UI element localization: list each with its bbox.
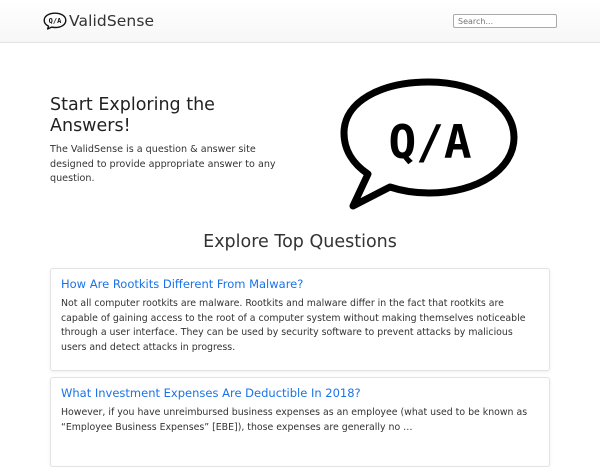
brand-link[interactable]: Q/A ValidSense bbox=[43, 10, 154, 32]
navbar: Q/A ValidSense bbox=[0, 0, 600, 43]
hero-title: Start Exploring the Answers! bbox=[50, 95, 215, 136]
svg-text:Q/A: Q/A bbox=[49, 17, 62, 25]
section-title: Explore Top Questions bbox=[203, 232, 397, 252]
question-card: How Are Rootkits Different From Malware?… bbox=[50, 268, 550, 371]
question-excerpt: Not all computer rootkits are malware. R… bbox=[61, 298, 526, 353]
qa-speech-bubble-icon: Q/A bbox=[340, 78, 518, 210]
brand-name: ValidSense bbox=[69, 12, 155, 30]
question-excerpt: However, if you have unreimbursed busine… bbox=[61, 407, 528, 433]
svg-text:Q/A: Q/A bbox=[388, 115, 471, 169]
hero-description: The ValidSense is a question & answer si… bbox=[50, 144, 276, 184]
question-title-link[interactable]: What Investment Expenses Are Deductible … bbox=[61, 386, 539, 401]
question-card: What Investment Expenses Are Deductible … bbox=[50, 377, 550, 467]
question-title-link[interactable]: How Are Rootkits Different From Malware? bbox=[61, 277, 539, 292]
search-input[interactable] bbox=[453, 14, 557, 28]
qa-logo-icon: Q/A bbox=[43, 12, 67, 30]
